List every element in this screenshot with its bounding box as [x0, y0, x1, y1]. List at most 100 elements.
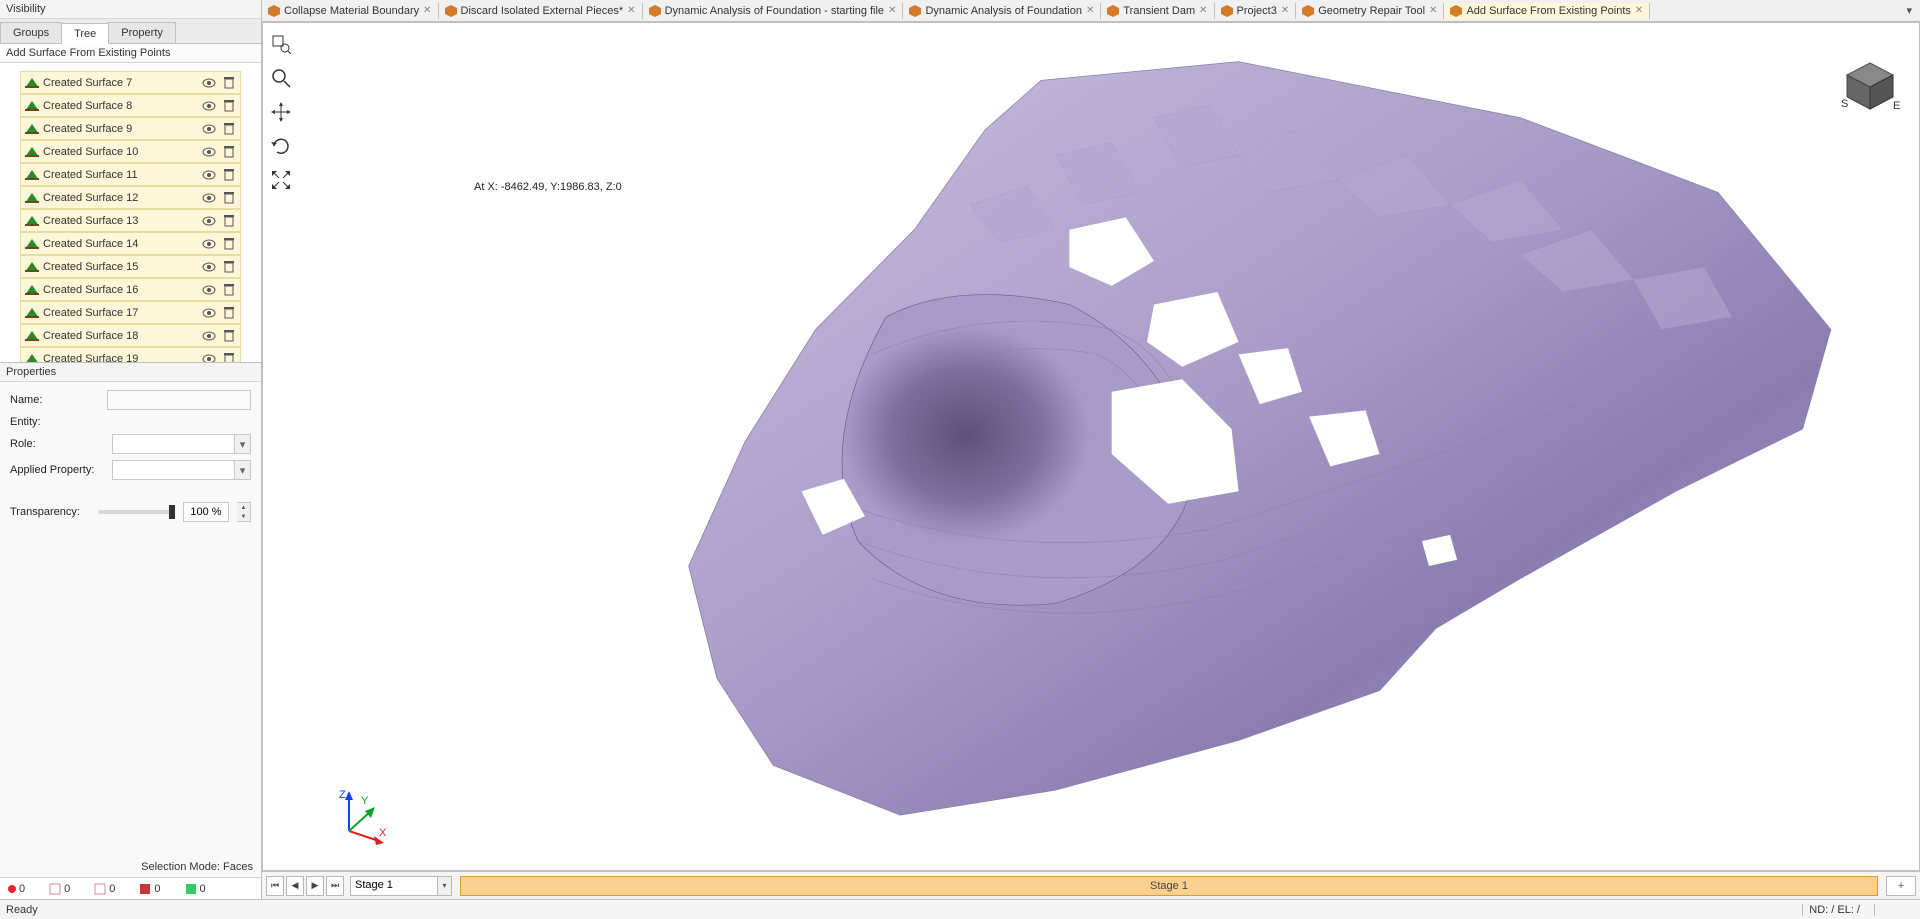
stage-next-button[interactable]: ▶: [306, 876, 324, 896]
tree-label: Created Surface 15: [43, 261, 202, 273]
doc-tab-label: Add Surface From Existing Points: [1466, 5, 1630, 17]
close-icon[interactable]: ✕: [888, 5, 896, 16]
viewport[interactable]: At X: -8462.49, Y:1986.83, Z:0: [262, 22, 1920, 871]
zoom-window-icon[interactable]: [270, 33, 292, 55]
tabs-overflow-button[interactable]: ▾: [1898, 4, 1920, 17]
eye-icon[interactable]: [202, 214, 216, 228]
trash-icon[interactable]: [222, 352, 236, 364]
rotate-icon[interactable]: [270, 135, 292, 157]
trash-icon[interactable]: [222, 306, 236, 320]
close-icon[interactable]: ✕: [627, 5, 635, 16]
tree-row[interactable]: Created Surface 14: [20, 232, 241, 255]
surface-icon: [25, 101, 39, 111]
doc-tab[interactable]: Transient Dam✕: [1101, 3, 1214, 19]
transparency-spinner[interactable]: ▲▼: [237, 502, 251, 522]
cube-icon: [94, 883, 106, 895]
doc-tab[interactable]: Add Surface From Existing Points ✕: [1444, 3, 1650, 19]
tree-label: Created Surface 19: [43, 353, 202, 364]
tree-row[interactable]: Created Surface 13: [20, 209, 241, 232]
tree-label: Created Surface 16: [43, 284, 202, 296]
tree-row[interactable]: Created Surface 7: [20, 71, 241, 94]
transparency-value[interactable]: 100 %: [183, 502, 229, 522]
axes-gizmo[interactable]: Z X Y: [329, 786, 389, 846]
trash-icon[interactable]: [222, 237, 236, 251]
svg-text:Z: Z: [339, 789, 346, 801]
doc-tab[interactable]: Dynamic Analysis of Foundation - startin…: [643, 3, 904, 19]
tree-row[interactable]: Created Surface 18: [20, 324, 241, 347]
trash-icon[interactable]: [222, 168, 236, 182]
eye-icon[interactable]: [202, 237, 216, 251]
chevron-down-icon[interactable]: ▾: [235, 460, 251, 480]
chevron-down-icon[interactable]: ▾: [235, 434, 251, 454]
tree-row[interactable]: Created Surface 19: [20, 347, 241, 363]
tree-row[interactable]: Created Surface 15: [20, 255, 241, 278]
chevron-down-icon[interactable]: ▾: [438, 876, 452, 896]
eye-icon[interactable]: [202, 329, 216, 343]
stage-add-button[interactable]: +: [1886, 876, 1916, 896]
close-icon[interactable]: ✕: [1199, 5, 1207, 16]
trash-icon[interactable]: [222, 260, 236, 274]
model-icon: [268, 5, 280, 17]
stage-select[interactable]: Stage 1: [350, 876, 438, 896]
surface-icon: [25, 193, 39, 203]
tab-property[interactable]: Property: [108, 22, 176, 43]
transparency-slider[interactable]: [98, 510, 175, 514]
trash-icon[interactable]: [222, 145, 236, 159]
eye-icon[interactable]: [202, 306, 216, 320]
eye-icon[interactable]: [202, 122, 216, 136]
tab-groups[interactable]: Groups: [0, 22, 62, 43]
trash-icon[interactable]: [222, 329, 236, 343]
tree-row[interactable]: Created Surface 11: [20, 163, 241, 186]
content-area: Collapse Material Boundary ✕ Discard Isol…: [262, 0, 1920, 899]
terrain-mesh: [449, 43, 1859, 840]
tree-row[interactable]: Created Surface 17: [20, 301, 241, 324]
close-icon[interactable]: ✕: [1086, 5, 1094, 16]
canvas-3d[interactable]: At X: -8462.49, Y:1986.83, Z:0: [299, 23, 1919, 870]
stage-last-button[interactable]: ⏭: [326, 876, 344, 896]
fit-icon[interactable]: [270, 169, 292, 191]
tree-row[interactable]: Created Surface 16: [20, 278, 241, 301]
close-icon[interactable]: ✕: [423, 5, 431, 16]
eye-icon[interactable]: [202, 145, 216, 159]
tree-list[interactable]: Created Surface 7 Created Surface 8 Crea…: [0, 63, 261, 363]
doc-tab[interactable]: Project3✕: [1215, 3, 1297, 19]
trash-icon[interactable]: [222, 214, 236, 228]
doc-tab[interactable]: Collapse Material Boundary ✕: [262, 3, 439, 19]
prop-label-entity: Entity:: [10, 416, 106, 428]
doc-tab[interactable]: Discard Isolated External Pieces*✕: [439, 3, 643, 19]
eye-icon[interactable]: [202, 260, 216, 274]
prop-applied-select[interactable]: [112, 460, 235, 480]
zoom-icon[interactable]: [270, 67, 292, 89]
eye-icon[interactable]: [202, 168, 216, 182]
trash-icon[interactable]: [222, 122, 236, 136]
view-cube[interactable]: S E: [1839, 57, 1901, 119]
prop-name-input[interactable]: [107, 390, 251, 410]
doc-tab[interactable]: Dynamic Analysis of Foundation✕: [903, 3, 1101, 19]
trash-icon[interactable]: [222, 283, 236, 297]
tree-row[interactable]: Created Surface 10: [20, 140, 241, 163]
tab-tree[interactable]: Tree: [61, 23, 109, 44]
pan-icon[interactable]: [270, 101, 292, 123]
trash-icon[interactable]: [222, 191, 236, 205]
surface-icon: [25, 124, 39, 134]
close-icon[interactable]: ✕: [1429, 5, 1437, 16]
trash-icon[interactable]: [222, 99, 236, 113]
close-icon[interactable]: ✕: [1281, 5, 1289, 16]
trash-icon[interactable]: [222, 76, 236, 90]
doc-tab[interactable]: Geometry Repair Tool✕: [1296, 3, 1444, 19]
stage-first-button[interactable]: ⏮: [266, 876, 284, 896]
eye-icon[interactable]: [202, 191, 216, 205]
prop-role-select[interactable]: [112, 434, 235, 454]
tree-row[interactable]: Created Surface 9: [20, 117, 241, 140]
tree-row[interactable]: Created Surface 12: [20, 186, 241, 209]
surface-icon: [25, 354, 39, 364]
doc-tab-label: Collapse Material Boundary: [284, 5, 419, 17]
stage-track[interactable]: Stage 1: [460, 876, 1878, 896]
eye-icon[interactable]: [202, 283, 216, 297]
stage-prev-button[interactable]: ◀: [286, 876, 304, 896]
eye-icon[interactable]: [202, 99, 216, 113]
eye-icon[interactable]: [202, 76, 216, 90]
eye-icon[interactable]: [202, 352, 216, 364]
close-icon[interactable]: ✕: [1635, 5, 1643, 16]
tree-row[interactable]: Created Surface 8: [20, 94, 241, 117]
